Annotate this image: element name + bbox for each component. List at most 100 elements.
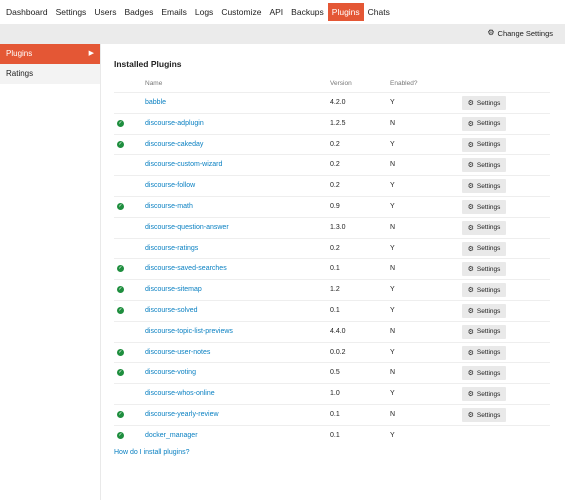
plugin-name-link[interactable]: discourse-sitemap — [145, 286, 202, 293]
plugin-enabled: Y — [390, 203, 395, 210]
plugin-settings-button[interactable]: ⚙ Settings — [462, 158, 506, 173]
plugin-enabled: Y — [390, 140, 395, 148]
nav-item-backups[interactable]: Backups — [287, 3, 328, 21]
plugin-version: 0.0.2 — [330, 348, 346, 356]
column-header-name: Name — [145, 80, 163, 87]
plugin-settings-button[interactable]: ⚙ Settings — [462, 387, 506, 402]
plugin-settings-button[interactable]: ⚙ Settings — [462, 96, 506, 110]
check-circle-icon: ✓ — [117, 203, 124, 210]
plugin-name-link[interactable]: discourse-saved-searches — [145, 265, 227, 272]
nav-item-settings[interactable]: Settings — [52, 3, 91, 21]
plugin-settings-button[interactable]: ⚙ Settings — [462, 408, 506, 422]
table-row: discourse-topic-list-previews 4.4.0 N ⚙ Sett… — [114, 320, 550, 342]
nav-item-badges[interactable]: Badges — [121, 3, 158, 21]
plugin-version: 0.9 — [330, 203, 340, 210]
plugin-settings-button[interactable]: ⚙ Settings — [462, 304, 506, 318]
plugin-settings-button[interactable]: ⚙ Settings — [462, 220, 506, 235]
plugin-settings-button[interactable]: ⚙ Settings — [462, 200, 506, 214]
column-header-enabled: Enabled? — [390, 80, 418, 87]
nav-item-logs[interactable]: Logs — [191, 3, 217, 21]
sidebar: Plugins ▶ Ratings — [0, 44, 101, 500]
gear-icon: ⚙ — [467, 266, 474, 274]
gear-icon: ⚙ — [467, 328, 474, 336]
plugin-version: 0.2 — [330, 244, 340, 252]
table-row: discourse-question-answer 1.3.0 N ⚙ Settings — [114, 216, 550, 238]
plugin-version: 0.1 — [330, 411, 340, 418]
settings-label: Settings — [476, 307, 501, 315]
gear-icon: ⚙ — [467, 224, 474, 232]
plugin-name-link[interactable]: discourse-solved — [145, 307, 198, 314]
plugin-settings-button[interactable]: ⚙ Settings — [462, 366, 506, 381]
nav-item-customize[interactable]: Customize — [217, 3, 265, 21]
sidebar-item-label: Plugins — [6, 49, 33, 58]
table-row: ✓ discourse-solved 0.1 Y ⚙ Settings — [114, 300, 550, 321]
page-title: Installed Plugins — [114, 59, 182, 69]
plugin-version: 0.2 — [330, 182, 340, 190]
sub-toolbar: ⚙ Change Settings — [0, 24, 565, 44]
nav-item-api[interactable]: API — [265, 3, 287, 21]
plugin-enabled: N — [390, 411, 396, 418]
settings-label: Settings — [476, 411, 501, 419]
gear-icon: ⚙ — [467, 100, 474, 107]
plugin-name-link[interactable]: babble — [145, 99, 166, 106]
plugin-settings-button[interactable]: ⚙ Settings — [462, 262, 506, 277]
plugin-settings-button[interactable]: ⚙ Settings — [462, 324, 506, 339]
gear-icon: ⚙ — [467, 120, 474, 128]
nav-item-dashboard[interactable]: Dashboard — [2, 3, 52, 21]
table-row: ✓ discourse-math 0.9 Y ⚙ Settings — [114, 196, 550, 217]
plugin-enabled: Y — [390, 286, 395, 294]
settings-label: Settings — [476, 328, 501, 336]
gear-icon: ⚙ — [467, 287, 474, 295]
settings-label: Settings — [476, 349, 501, 357]
plugin-name-link[interactable]: discourse-user-notes — [145, 349, 210, 356]
sidebar-item-ratings[interactable]: Ratings — [0, 64, 100, 84]
plugin-name-link[interactable]: discourse-cakeday — [145, 141, 203, 148]
settings-label: Settings — [476, 224, 501, 232]
plugin-enabled: N — [390, 265, 396, 273]
gear-icon: ⚙ — [467, 349, 474, 357]
table-row: ✓ discourse-sitemap 1.2 Y ⚙ Settings — [114, 279, 550, 300]
plugin-settings-button[interactable]: ⚙ Settings — [462, 179, 506, 194]
plugin-enabled: N — [390, 369, 396, 377]
plugin-version: 1.2 — [330, 286, 340, 294]
nav-item-emails[interactable]: Emails — [157, 3, 191, 21]
plugin-name-link[interactable]: discourse-question-answer — [145, 224, 229, 231]
nav-item-chats[interactable]: Chats — [364, 3, 394, 21]
table-row: ✓ discourse-adplugin 1.2.5 N ⚙ Settings — [114, 112, 550, 134]
column-header-version: Version — [330, 80, 352, 87]
plugin-name-link[interactable]: discourse-topic-list-previews — [145, 328, 233, 335]
settings-label: Settings — [476, 141, 501, 149]
plugin-name-link[interactable]: discourse-follow — [145, 182, 195, 189]
plugin-enabled: N — [390, 119, 396, 127]
plugin-name-link[interactable]: discourse-custom-wizard — [145, 161, 222, 168]
gear-icon: ⚙ — [467, 141, 474, 149]
plugin-name-link[interactable]: discourse-math — [145, 203, 193, 210]
change-settings-button[interactable]: ⚙ Change Settings — [487, 28, 553, 38]
plugin-enabled: Y — [390, 431, 395, 439]
plugin-name-link[interactable]: discourse-adplugin — [145, 120, 204, 127]
table-row: ✓ discourse-cakeday 0.2 Y ⚙ Settings — [114, 133, 550, 155]
settings-label: Settings — [476, 120, 501, 128]
plugin-settings-button[interactable]: ⚙ Settings — [462, 137, 506, 152]
plugin-settings-button[interactable]: ⚙ Settings — [462, 116, 506, 131]
plugin-enabled: Y — [390, 99, 395, 106]
sidebar-item-plugins[interactable]: Plugins ▶ — [0, 44, 100, 64]
plugin-name-link[interactable]: discourse-ratings — [145, 245, 198, 252]
check-circle-icon: ✓ — [117, 411, 124, 418]
gear-icon: ⚙ — [467, 391, 474, 399]
plugin-settings-button[interactable]: ⚙ Settings — [462, 241, 506, 256]
plugin-name-link[interactable]: discourse-yearly-review — [145, 411, 219, 418]
plugin-enabled: N — [390, 327, 396, 335]
plugin-version: 0.5 — [330, 369, 340, 377]
settings-label: Settings — [476, 265, 501, 273]
settings-label: Settings — [476, 182, 501, 190]
plugin-name-link[interactable]: discourse-whos-online — [145, 390, 215, 397]
plugin-settings-button[interactable]: ⚙ Settings — [462, 283, 506, 298]
check-circle-icon: ✓ — [117, 348, 124, 356]
install-help-link[interactable]: How do I install plugins? — [114, 449, 190, 456]
nav-item-plugins[interactable]: Plugins — [327, 3, 364, 21]
plugin-settings-button[interactable]: ⚙ Settings — [462, 345, 506, 360]
plugin-name-link[interactable]: docker_manager — [145, 432, 198, 439]
plugin-name-link[interactable]: discourse-voting — [145, 369, 196, 376]
nav-item-users[interactable]: Users — [90, 3, 120, 21]
